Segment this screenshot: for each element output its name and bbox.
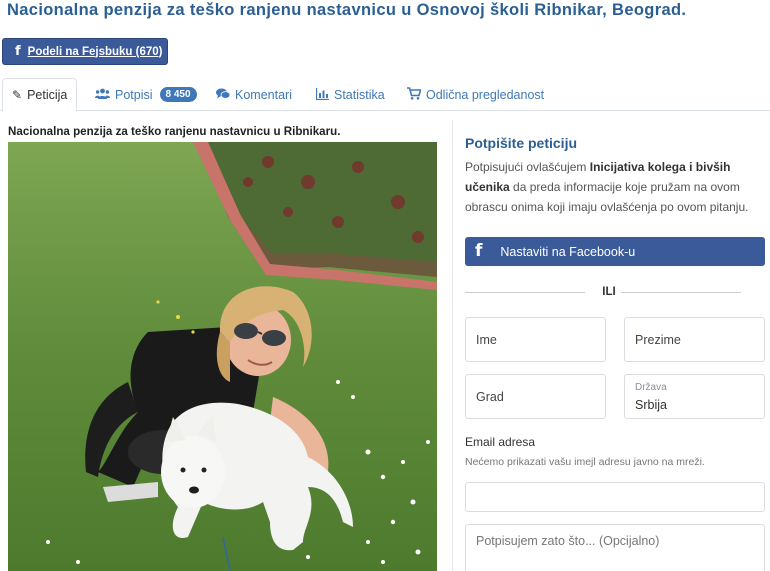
tab-bar: ✎ Peticija Potpisi 8 450 Komentari Stati… (0, 78, 770, 112)
comments-icon (216, 88, 231, 102)
tab-label: Peticija (27, 88, 68, 102)
city-field[interactable]: Grad (465, 374, 606, 419)
signatures-count-badge: 8 450 (159, 87, 197, 102)
tab-label: Potpisi (115, 87, 153, 102)
tab-pregledanost[interactable]: Odlična pregledanost (407, 78, 544, 111)
continue-facebook-label: Nastaviti na Facebook-u (500, 244, 636, 259)
column-divider (452, 120, 453, 571)
petition-photo (8, 142, 437, 571)
share-facebook-label: Podeli na Fejsbuku (670) (27, 45, 163, 58)
email-field[interactable] (465, 482, 765, 512)
tab-label: Komentari (235, 87, 292, 102)
country-label: Država (635, 382, 667, 393)
facebook-icon: f (475, 241, 483, 261)
comment-placeholder: Potpisujem zato što... (Opcijalno) (476, 534, 660, 548)
tab-potpisi[interactable]: Potpisi 8 450 (95, 78, 197, 111)
sign-petition-description: Potpisujući ovlašćujem Inicijativa koleg… (465, 157, 765, 217)
tab-statistika[interactable]: Statistika (315, 78, 385, 111)
petition-subtitle: Nacionalna penzija za teško ranjenu nast… (8, 125, 341, 138)
first-name-placeholder: Ime (476, 333, 497, 347)
last-name-placeholder: Prezime (635, 333, 681, 347)
share-facebook-button[interactable]: f Podeli na Fejsbuku (670) (2, 38, 168, 65)
facebook-icon: f (15, 44, 21, 59)
tab-label: Odlična pregledanost (426, 87, 545, 102)
page-title: Nacionalna penzija za teško ranjenu nast… (7, 1, 687, 19)
users-icon (95, 88, 110, 101)
tab-komentari[interactable]: Komentari (216, 78, 292, 111)
bar-chart-icon (315, 87, 329, 102)
continue-facebook-button[interactable]: f Nastaviti na Facebook-u (465, 237, 765, 266)
country-value: Srbija (635, 398, 667, 412)
last-name-field[interactable]: Prezime (624, 317, 765, 362)
pencil-icon: ✎ (12, 88, 23, 102)
email-hint: Nećemo prikazati vašu imejl adresu javno… (465, 456, 705, 468)
sign-petition-title: Potpišite peticiju (465, 135, 578, 151)
description-text: Potpisujući ovlašćujem (465, 160, 590, 174)
tab-peticija[interactable]: ✎ Peticija (2, 78, 78, 112)
tab-label: Statistika (334, 87, 385, 102)
email-label: Email adresa (465, 435, 536, 449)
comment-textarea[interactable]: Potpisujem zato što... (Opcijalno) (465, 524, 765, 571)
separator-line (465, 292, 585, 293)
city-placeholder: Grad (476, 390, 504, 404)
or-separator: ILI (465, 286, 765, 302)
country-select[interactable]: Država Srbija (624, 374, 765, 419)
first-name-field[interactable]: Ime (465, 317, 606, 362)
cart-icon (407, 87, 422, 102)
separator-line (621, 292, 741, 293)
